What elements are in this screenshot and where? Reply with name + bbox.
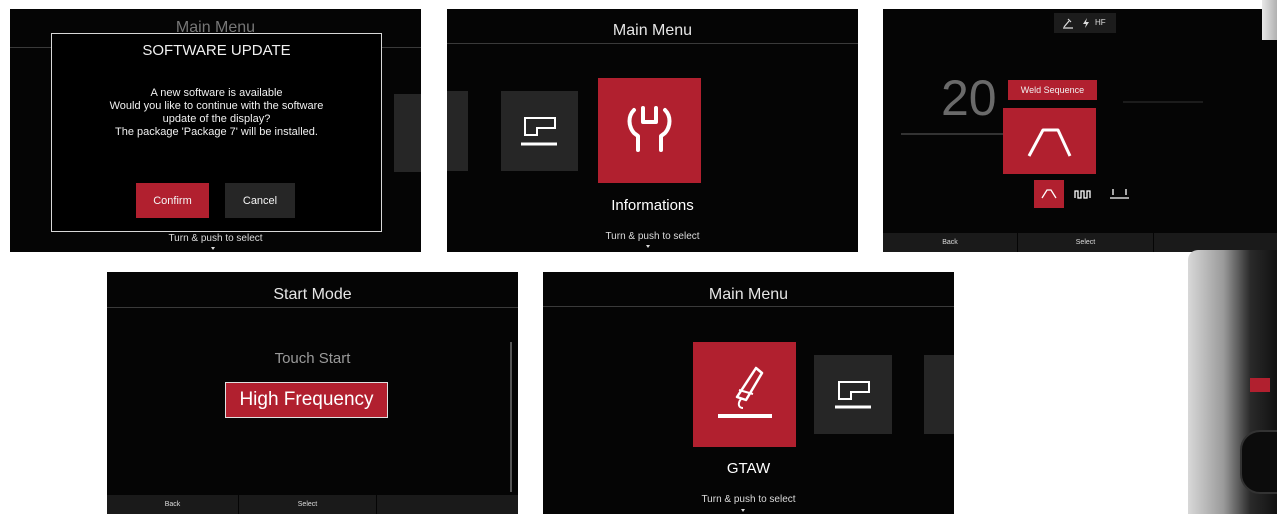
welding-machine-top: [1262, 0, 1277, 40]
select-button[interactable]: Select: [239, 495, 377, 514]
down-arrow-icon: [741, 509, 745, 512]
dialog-line: A new software is available: [150, 87, 283, 99]
dialog-title: SOFTWARE UPDATE: [142, 42, 291, 59]
back-button[interactable]: Back: [107, 495, 239, 514]
cancel-button[interactable]: Cancel: [225, 183, 295, 218]
weld-sequence-preview: [1003, 108, 1096, 174]
screen-main-menu-informations: Main Menu Informations Turn & push to se…: [447, 9, 858, 252]
back-button[interactable]: Back: [883, 233, 1018, 252]
spot-option[interactable]: [1105, 180, 1135, 208]
dialog-line: The package 'Package 7' will be installe…: [115, 126, 318, 138]
footer-bar: Back Select: [107, 495, 518, 514]
navigation-hint: Turn & push to select: [605, 231, 700, 242]
header-divider: [107, 307, 518, 308]
screen-start-mode: Start Mode Touch Start High Frequency Ba…: [107, 272, 518, 514]
navigation-hint: Turn & push to select: [168, 233, 263, 244]
hf-indicator: HF: [1095, 18, 1106, 27]
torch-icon: [835, 381, 871, 409]
menu-tile-torch[interactable]: [501, 91, 578, 171]
menu-tile-torch[interactable]: [814, 355, 892, 434]
software-update-dialog: SOFTWARE UPDATE A new software is availa…: [51, 33, 382, 232]
current-value: 20: [941, 70, 997, 126]
selected-menu-label: Informations: [611, 197, 694, 214]
menu-tile-informations[interactable]: [598, 78, 701, 183]
dialog-line: Would you like to continue with the soft…: [109, 100, 324, 112]
menu-tile-background: [394, 94, 421, 172]
secondary-value-dash: [1123, 101, 1203, 103]
slope-icon: [1041, 189, 1057, 199]
start-mode-option[interactable]: Touch Start: [107, 350, 518, 367]
wrench-icon: [627, 106, 672, 152]
torch-icon: [521, 117, 557, 146]
machine-knob: [1240, 430, 1277, 494]
page-title: Start Mode: [273, 286, 352, 303]
selected-menu-label: GTAW: [726, 460, 771, 477]
page-title: Main Menu: [612, 22, 693, 39]
scrollbar[interactable]: [510, 342, 512, 492]
pulse-option[interactable]: [1068, 180, 1098, 208]
start-mode-option-selected[interactable]: High Frequency: [225, 382, 388, 418]
welding-machine-photo: [1188, 250, 1277, 514]
screen-software-update: Main Menu SOFTWARE UPDATE A new software…: [10, 9, 421, 252]
confirm-button[interactable]: Confirm: [136, 183, 209, 218]
machine-red-button: [1250, 378, 1270, 392]
menu-tile-partial[interactable]: [924, 355, 954, 434]
select-button[interactable]: Select: [1018, 233, 1154, 252]
menu-tile-partial[interactable]: [447, 91, 468, 171]
down-arrow-icon: [646, 245, 650, 248]
dialog-message: A new software is available Would you li…: [56, 87, 377, 139]
down-arrow-icon: [211, 247, 215, 250]
weld-sequence-tooltip: Weld Sequence: [1008, 80, 1097, 100]
slope-option[interactable]: [1034, 180, 1064, 208]
page-title: Main Menu: [708, 286, 789, 303]
menu-tile-gtaw[interactable]: [693, 342, 796, 447]
torch-status-icon: [1063, 18, 1073, 29]
dialog-line: update of the display?: [162, 113, 271, 125]
screen-main-menu-gtaw: Main Menu GTAW Turn & push to select: [543, 272, 954, 514]
navigation-hint: Turn & push to select: [701, 494, 796, 505]
status-bar: HF: [1054, 13, 1116, 33]
spot-icon: [1110, 189, 1129, 199]
header-divider: [543, 306, 954, 307]
pulse-icon: [1074, 190, 1091, 199]
lightning-icon: [1083, 18, 1089, 28]
footer-empty-slot[interactable]: [377, 495, 518, 514]
screen-weld-sequence: HF 20 Weld Sequence Back Select: [883, 9, 1277, 252]
header-divider: [447, 43, 858, 44]
slope-curve-icon: [1027, 128, 1072, 157]
tig-torch-icon: [718, 366, 772, 418]
